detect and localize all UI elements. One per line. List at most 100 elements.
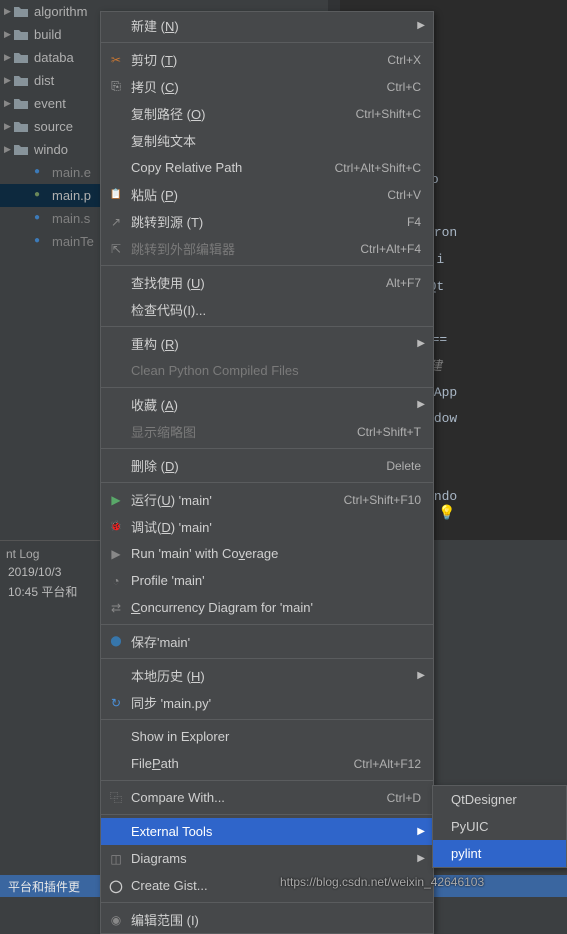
menu-item-copy-relative-path[interactable]: Copy Relative PathCtrl+Alt+Shift+C — [101, 154, 433, 181]
event-log-title: nt Log — [4, 545, 96, 563]
menu-item-label: 调试(D) 'main' — [131, 517, 421, 536]
menu-item--[interactable]: 复制纯文本 — [101, 127, 433, 154]
folder-icon — [14, 74, 30, 88]
blank-icon — [107, 457, 125, 475]
menu-item-file-ath[interactable]: File PathCtrl+Alt+F12 — [101, 750, 433, 777]
menu-item-label: Concurrency Diagram for 'main' — [131, 600, 421, 615]
submenu-arrow-icon: ▶ — [417, 826, 425, 837]
menu-shortcut: Ctrl+C — [387, 80, 421, 94]
menu-shortcut: Ctrl+X — [387, 53, 421, 67]
menu-shortcut: Alt+F7 — [386, 276, 421, 290]
menu-item-label: Copy Relative Path — [131, 160, 335, 175]
menu-item--[interactable]: 新建 (N)▶ — [101, 12, 433, 39]
menu-item-oncurrency-diagram-for-main-[interactable]: Concurrency Diagram for 'main' — [101, 594, 433, 621]
external-tools-submenu[interactable]: QtDesigner PyUIC pylint — [432, 785, 567, 868]
submenu-item-label: QtDesigner — [451, 792, 517, 807]
folder-icon — [14, 120, 30, 134]
menu-item-external-tools[interactable]: External Tools▶ — [101, 818, 433, 845]
menu-item--[interactable]: 粘贴 (P)Ctrl+V — [101, 181, 433, 208]
tree-item-label: source — [34, 119, 73, 134]
submenu-item-pylint[interactable]: pylint — [433, 840, 566, 867]
folder-icon — [14, 51, 30, 65]
menu-shortcut: Ctrl+Alt+Shift+C — [335, 161, 421, 175]
menu-item-show-in-explorer[interactable]: Show in Explorer — [101, 723, 433, 750]
menu-item--main-[interactable]: 运行(U) 'main'Ctrl+Shift+F10 — [101, 486, 433, 513]
event-log-panel[interactable]: nt Log 2019/10/3 10:45 平台和 — [0, 540, 100, 606]
menu-shortcut: Delete — [386, 459, 421, 473]
context-menu[interactable]: 新建 (N)▶ 剪切 (T)Ctrl+X拷贝 (C)Ctrl+C复制路径 (O)C… — [100, 11, 434, 934]
submenu-item-pyuic[interactable]: PyUIC — [433, 813, 566, 840]
blank-icon — [107, 755, 125, 773]
menu-item--[interactable]: 剪切 (T)Ctrl+X — [101, 46, 433, 73]
blank-icon — [107, 132, 125, 150]
menu-item--: 跳转到外部编辑器Ctrl+Alt+F4 — [101, 235, 433, 262]
submenu-item-qtdesigner[interactable]: QtDesigner — [433, 786, 566, 813]
tree-item-source[interactable]: ▶ source — [0, 115, 105, 138]
menu-item--t-[interactable]: 跳转到源 (T)F4 — [101, 208, 433, 235]
tree-item-databa[interactable]: ▶databa — [0, 46, 105, 69]
event-log-time-msg: 10:45 平台和 — [4, 581, 96, 602]
menu-item-compare-with-[interactable]: Compare With...Ctrl+D — [101, 784, 433, 811]
menu-item-label: 删除 (D) — [131, 456, 386, 475]
tree-item-main-e[interactable]: main.e — [0, 161, 105, 184]
menu-item-label: Profile 'main' — [131, 573, 421, 588]
menu-item--main-[interactable]: 保存'main' — [101, 628, 433, 655]
tree-item-dist[interactable]: ▶dist — [0, 69, 105, 92]
expand-arrow-icon[interactable]: ▶ — [4, 121, 14, 132]
event-log-timestamp: 2019/10/3 — [4, 563, 96, 581]
menu-item--[interactable]: 拷贝 (C)Ctrl+C — [101, 73, 433, 100]
menu-item--[interactable]: 重构 (R)▶ — [101, 330, 433, 357]
submenu-item-label: pylint — [451, 846, 481, 861]
menu-item--[interactable]: 复制路径 (O)Ctrl+Shift+C — [101, 100, 433, 127]
menu-item-diagrams[interactable]: Diagrams▶ — [101, 845, 433, 872]
expand-arrow-icon[interactable]: ▶ — [4, 6, 14, 17]
menu-separator — [101, 265, 433, 266]
expand-arrow-icon[interactable]: ▶ — [4, 75, 14, 86]
menu-shortcut: Ctrl+D — [387, 791, 421, 805]
menu-item--i-[interactable]: 检查代码(I)... — [101, 296, 433, 323]
expand-arrow-icon[interactable]: ▶ — [4, 52, 14, 63]
paste-icon — [107, 186, 125, 204]
scissors-icon — [107, 51, 125, 69]
menu-separator — [101, 624, 433, 625]
concurrency-icon — [107, 599, 125, 617]
tree-item-build[interactable]: ▶build — [0, 23, 105, 46]
menu-item-run-main-with-coerage[interactable]: Run 'main' with Coverage — [101, 540, 433, 567]
tree-item-main-s[interactable]: main.s — [0, 207, 105, 230]
tree-item-mainTe[interactable]: mainTe — [0, 230, 105, 253]
expand-arrow-icon[interactable]: ▶ — [4, 98, 14, 109]
blank-icon — [107, 159, 125, 177]
menu-item-label: File Path — [131, 756, 354, 771]
menu-item-label: Show in Explorer — [131, 729, 421, 744]
tree-item-main-p[interactable]: main.p — [0, 184, 105, 207]
menu-item--main-[interactable]: 调试(D) 'main' — [101, 513, 433, 540]
menu-item-profile-main-[interactable]: Profile 'main' — [101, 567, 433, 594]
menu-separator — [101, 448, 433, 449]
project-tree[interactable]: ▶algorithm▶build▶databa▶dist▶event▶sourc… — [0, 0, 105, 540]
menu-item--main-py-[interactable]: 同步 'main.py' — [101, 689, 433, 716]
blank-icon — [107, 301, 125, 319]
python-icon — [107, 633, 125, 651]
tree-item-event[interactable]: ▶ event — [0, 92, 105, 115]
menu-item--[interactable]: 收藏 (A)▶ — [101, 391, 433, 418]
menu-item-label: 检查代码(I)... — [131, 300, 421, 319]
expand-arrow-icon[interactable]: ▶ — [4, 144, 14, 155]
menu-item--[interactable]: 删除 (D)Delete — [101, 452, 433, 479]
tree-item-label: event — [34, 96, 66, 111]
expand-arrow-icon[interactable]: ▶ — [4, 29, 14, 40]
menu-item--[interactable]: 查找使用 (U)Alt+F7 — [101, 269, 433, 296]
python-file-icon — [32, 166, 48, 180]
tree-item-algorithm[interactable]: ▶ algorithm — [0, 0, 105, 23]
tree-item-label: algorithm — [34, 4, 87, 19]
menu-separator — [101, 814, 433, 815]
menu-separator — [101, 326, 433, 327]
tree-item-windo[interactable]: ▶windo — [0, 138, 105, 161]
menu-shortcut: F4 — [407, 215, 421, 229]
blank-icon — [107, 728, 125, 746]
menu-shortcut: Ctrl+Shift+C — [356, 107, 421, 121]
intention-bulb-icon[interactable]: 💡 — [438, 504, 455, 521]
menu-item--i-[interactable]: 编辑范围 (I) — [101, 906, 433, 933]
menu-item-label: 跳转到外部编辑器 — [131, 239, 360, 258]
menu-item-label: Diagrams — [131, 851, 421, 866]
menu-item--[interactable]: 本地历史 (H)▶ — [101, 662, 433, 689]
